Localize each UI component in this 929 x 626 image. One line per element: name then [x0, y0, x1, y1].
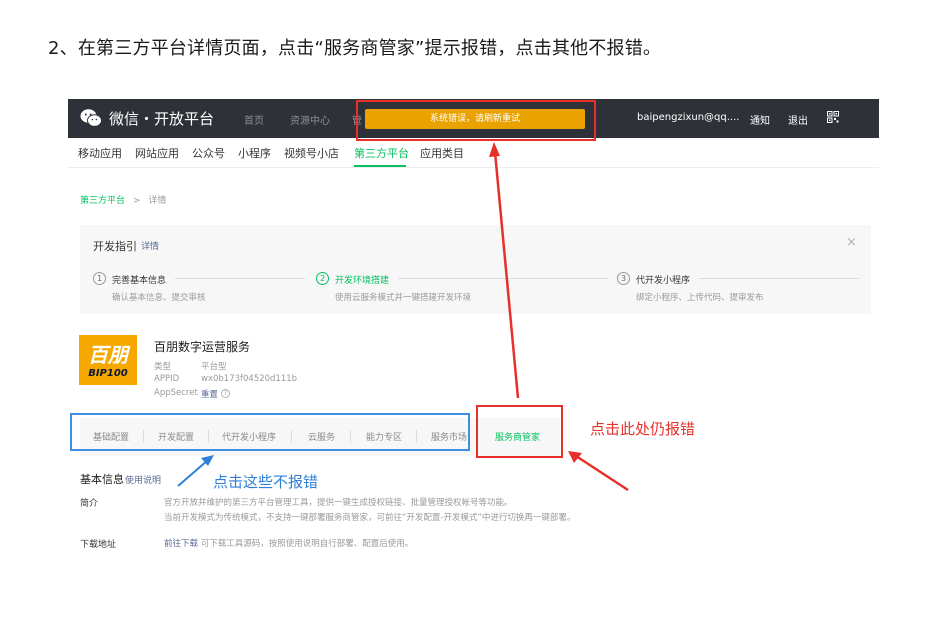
step-number: 3 — [617, 272, 630, 285]
download-text: 可下载工具源码，按照使用说明自行部署、配置后使用。 — [198, 539, 414, 549]
basic-info-title: 基本信息 — [80, 473, 124, 486]
step-desc: 确认基本信息、提交审核 — [112, 293, 206, 303]
intro-label: 简介 — [80, 499, 99, 509]
type-value: 平台型 — [201, 362, 227, 372]
usage-guide-link[interactable]: 使用说明 — [125, 473, 161, 486]
step-title: 完善基本信息 — [112, 276, 167, 286]
subnav-mini-program[interactable]: 小程序 — [238, 145, 271, 161]
blue-arrow — [177, 455, 214, 487]
app-logo: 百朋 BIP100 — [79, 335, 137, 385]
type-label: 类型 — [154, 362, 172, 372]
topnav-resource-center[interactable]: 资源中心 — [290, 112, 330, 127]
download-link[interactable]: 前往下载 — [164, 539, 198, 549]
download-row: 前往下载 可下载工具源码，按照使用说明自行部署、配置后使用。 — [164, 537, 413, 549]
breadcrumb-parent[interactable]: 第三方平台 — [80, 196, 125, 206]
subnav-official-account[interactable]: 公众号 — [192, 145, 225, 161]
step-connector — [175, 278, 305, 279]
breadcrumb-separator: > — [132, 196, 141, 206]
step-title: 开发环境搭建 — [335, 276, 390, 286]
annotation-red-text: 点击此处仍报错 — [590, 420, 696, 438]
logout-link[interactable]: 退出 — [788, 112, 808, 127]
step-title: 代开发小程序 — [636, 276, 691, 286]
appsecret-label: AppSecret — [154, 388, 198, 398]
annotation-blue-text: 点击这些不报错 — [213, 473, 319, 491]
dev-guide-panel: 开发指引 详情 × 1 完善基本信息 确认基本信息、提交审核 2 开发环境搭建 … — [80, 225, 871, 314]
subnav-mobile-app[interactable]: 移动应用 — [78, 145, 122, 161]
app-logo-subtext: BIP100 — [88, 368, 128, 379]
guide-title: 开发指引 — [93, 240, 137, 253]
wechat-logo-icon[interactable] — [80, 108, 102, 128]
subnav-video-shop[interactable]: 视频号小店 — [284, 145, 339, 161]
breadcrumb-current: 详情 — [148, 196, 167, 206]
breadcrumb: 第三方平台 > 详情 — [80, 193, 166, 206]
step-desc: 绑定小程序、上传代码、提审发布 — [636, 293, 764, 303]
app-logo-text: 百朋 — [88, 343, 128, 367]
download-label: 下载地址 — [80, 540, 117, 550]
step-connector — [699, 278, 859, 279]
brand-title[interactable]: 微信・开放平台 — [109, 108, 214, 129]
close-icon[interactable]: × — [846, 235, 857, 250]
qr-code-icon[interactable] — [827, 111, 839, 123]
step-connector — [398, 278, 608, 279]
subnav-app-category[interactable]: 应用类目 — [420, 145, 464, 161]
topnav-home[interactable]: 首页 — [244, 112, 264, 127]
step-number: 1 — [93, 272, 106, 285]
guide-detail-link[interactable]: 详情 — [141, 239, 159, 252]
app-name: 百朋数字运营服务 — [154, 340, 251, 354]
appid-value: wx0b173f04520d111b — [201, 374, 298, 384]
active-tab-indicator — [354, 165, 406, 167]
step-desc: 使用云服务模式并一键搭建开发环境 — [335, 293, 472, 303]
page-heading: 2、在第三方平台详情页面，点击“服务商管家”提示报错，点击其他不报错。 — [48, 38, 662, 59]
notify-link[interactable]: 通知 — [750, 112, 770, 127]
intro-text-line1: 官方开放并维护的第三方平台管理工具，提供一键生成授权链接、批量管理授权帐号等功能… — [164, 498, 513, 508]
step-number: 2 — [316, 272, 329, 285]
appid-label: APPID — [154, 374, 180, 384]
account-email[interactable]: baipengzixun@qq.... — [637, 112, 739, 123]
subnav-third-party-platform[interactable]: 第三方平台 — [354, 145, 409, 161]
highlight-box-ok-tabs — [70, 413, 470, 451]
sub-navbar: 移动应用 网站应用 公众号 小程序 视频号小店 第三方平台 应用类目 — [68, 138, 879, 168]
red-arrow-left — [568, 451, 629, 492]
highlight-box-error-toast — [356, 100, 596, 141]
intro-text-line2: 当前开发模式为传统模式，不支持一键部署服务商管家，可前往“开发配置-开发模式”中… — [164, 513, 576, 523]
highlight-box-error-tab — [476, 405, 563, 458]
help-icon[interactable]: ? — [221, 389, 230, 398]
appsecret-reset-link[interactable]: 重置 — [201, 388, 218, 400]
subnav-website-app[interactable]: 网站应用 — [135, 145, 179, 161]
